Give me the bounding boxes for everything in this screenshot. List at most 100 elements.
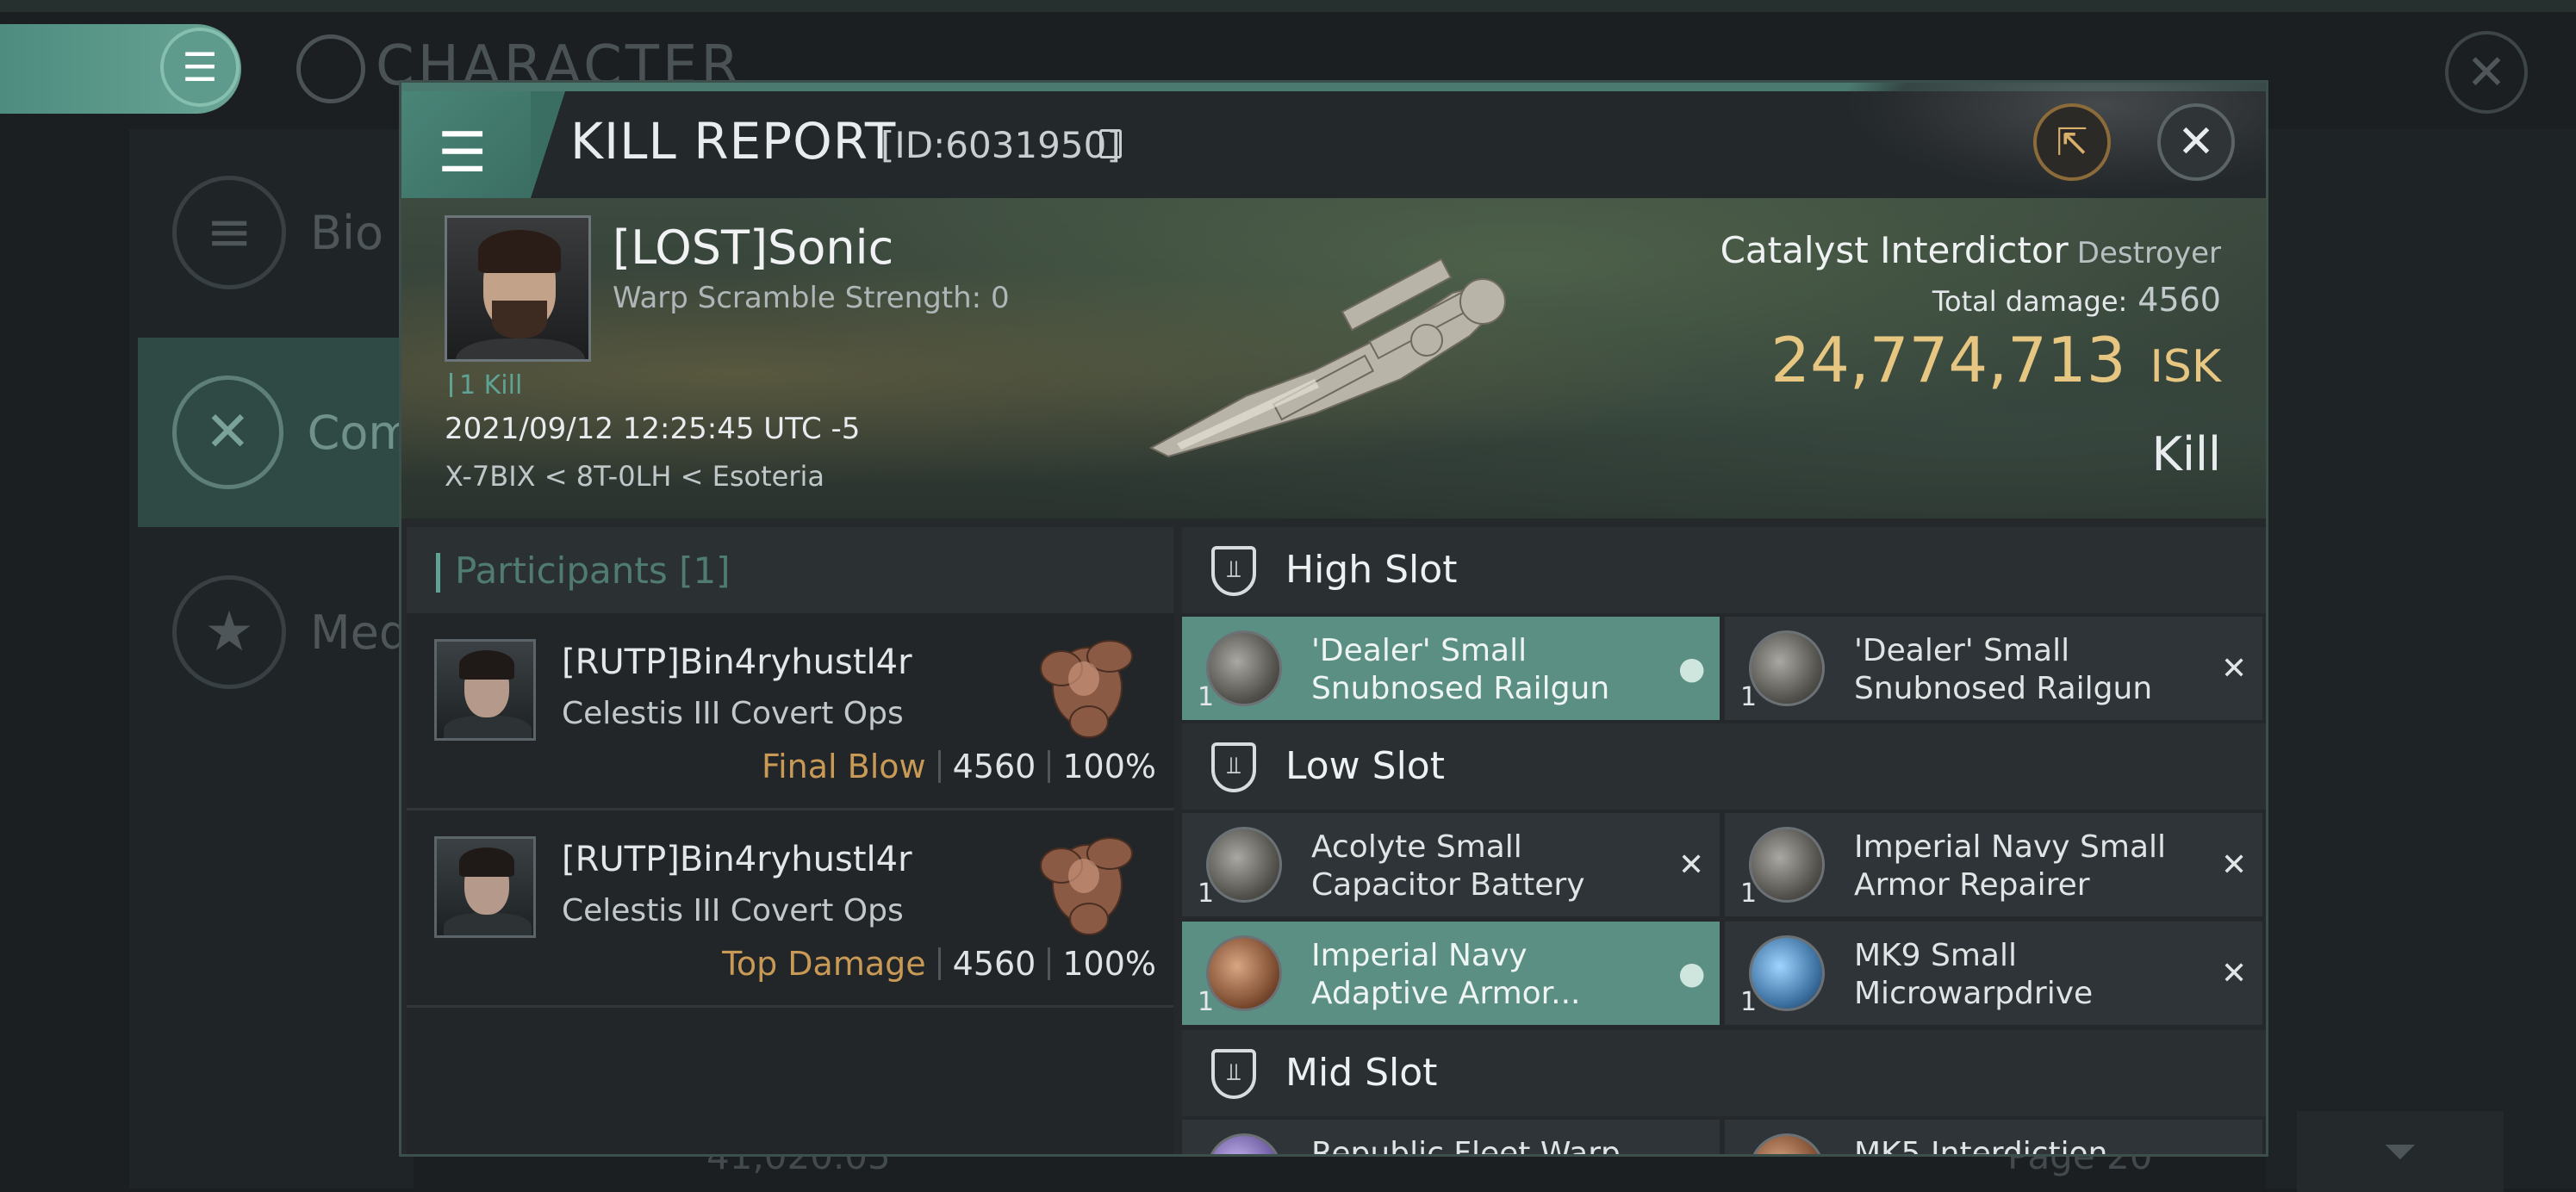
top-damage-tag: Top Damage [722, 945, 926, 983]
nav-item-bio[interactable]: ≡ Bio [138, 138, 414, 327]
slot-item-destroyed[interactable]: 1 MK5 Interdiction ✕ [1725, 1120, 2262, 1157]
destroyed-icon: ✕ [2221, 847, 2248, 883]
slot-item-dropped[interactable]: 1 'Dealer' Small Snubnosed Railgun ● [1182, 617, 1720, 720]
participant-ship: Celestis III Covert Ops [562, 696, 904, 731]
participant-stats: Top Damage 4560 100% [722, 945, 1156, 983]
slot-item-destroyed[interactable]: 1 Acolyte Small Capacitor Battery ✕ [1182, 813, 1720, 916]
menu-icon: ☰ [438, 121, 488, 185]
slot-shield-icon: ⫫ [1211, 546, 1256, 596]
isk-value: 24,774,713 ISK [1770, 324, 2221, 396]
close-icon: ✕ [2177, 116, 2215, 168]
participant-damage: 4560 [952, 945, 1036, 983]
total-damage: Total damage: 4560 [1932, 281, 2221, 319]
participants-title: Participants [455, 549, 668, 592]
participant-avatar[interactable] [434, 836, 536, 938]
item-quantity: 1 [1198, 682, 1215, 712]
kill-datetime: 2021/09/12 12:25:45 UTC -5 [445, 412, 861, 446]
participant-ship: Celestis III Covert Ops [562, 893, 904, 928]
nav-label: Bio [310, 205, 384, 260]
menu-icon: ☰ [182, 44, 218, 90]
armor-repairer-icon [1749, 827, 1825, 903]
nav-label: Med [310, 605, 409, 660]
kill-location[interactable]: X-7BIX < 8T-0LH < Esoteria [445, 460, 824, 493]
final-blow-tag: Final Blow [762, 748, 926, 785]
ship-name-text: Catalyst Interdictor [1720, 229, 2069, 271]
copy-icon[interactable] [1099, 129, 1122, 158]
dialog-close-button[interactable]: ✕ [2157, 103, 2235, 181]
nav-label: Com [307, 405, 414, 460]
victim-portrait[interactable] [445, 215, 591, 362]
character-icon [296, 34, 365, 103]
warp-scramble-strength: Warp Scramble Strength: 0 [613, 281, 1010, 315]
victim-ship-name: Catalyst Interdictor Destroyer [1720, 229, 2221, 271]
participant-name: [RUTP]Bin4ryhustl4r [562, 643, 912, 682]
participant-name: [RUTP]Bin4ryhustl4r [562, 840, 912, 879]
list-icon: ≡ [172, 176, 286, 289]
dialog-menu-button[interactable]: ☰ [401, 91, 531, 198]
participants-panel: Participants [1] [RUTP]Bin4ryhustl4r Cel… [407, 527, 1173, 1154]
item-name: Republic Fleet Warp [1311, 1136, 1621, 1157]
warp-disruptor-icon [1206, 1133, 1282, 1154]
victim-name[interactable]: [LOST]Sonic [613, 220, 893, 275]
railgun-icon [1749, 630, 1825, 706]
participants-count: [1] [679, 549, 731, 592]
item-name: 'Dealer' Small Snubnosed Railgun [1854, 633, 2153, 706]
item-quantity: 1 [1198, 878, 1215, 909]
nav-item-combat[interactable]: ✕ Com [138, 338, 414, 527]
kill-id: [ID:6031950] [880, 124, 1121, 166]
star-icon: ★ [172, 575, 286, 689]
item-name: MK5 Interdiction [1854, 1136, 2108, 1157]
total-damage-label: Total damage: [1932, 285, 2128, 318]
slot-item-destroyed[interactable]: 1 Imperial Navy Small Armor Repairer ✕ [1725, 813, 2262, 916]
participant-percent: 100% [1062, 748, 1156, 785]
item-name: 'Dealer' Small Snubnosed Railgun [1311, 633, 1610, 706]
filter-button[interactable]: ⏷ [2297, 1111, 2504, 1192]
destroyed-icon: ✕ [1678, 847, 1705, 883]
window-close-button[interactable]: ✕ [2445, 31, 2528, 114]
total-damage-value: 4560 [2137, 281, 2221, 319]
kill-report-dialog: ☰ KILL REPORT [ID:6031950] ⇱ ✕ [LOST]Son… [399, 80, 2268, 1157]
destroyed-icon: ✕ [2221, 1154, 2247, 1157]
item-quantity: 1 [1740, 682, 1758, 712]
participant-row[interactable]: [RUTP]Bin4ryhustl4r Celestis III Covert … [407, 613, 1173, 810]
crossed-swords-icon: ✕ [172, 376, 283, 489]
participant-ship-image [1040, 837, 1133, 935]
participants-header: Participants [1] [407, 527, 1173, 613]
close-icon: ✕ [2466, 44, 2507, 101]
railgun-icon [1206, 630, 1282, 706]
participant-ship-image [1040, 640, 1133, 738]
low-slot-label: Low Slot [1285, 744, 1445, 788]
top-bar [0, 0, 2576, 12]
background-panel [2266, 129, 2576, 1189]
kill-banner: [LOST]Sonic Warp Scramble Strength: 0 1 … [401, 198, 2266, 518]
adaptive-armor-icon [1206, 935, 1282, 1011]
capacitor-battery-icon [1206, 827, 1282, 903]
victim-ship-image[interactable] [1142, 250, 1521, 465]
high-slot-header: ⫫ High Slot [1182, 527, 2266, 613]
mid-slot-header: ⫫ Mid Slot [1182, 1030, 2266, 1116]
low-slot-header: ⫫ Low Slot [1182, 723, 2266, 810]
kill-count: 1 Kill [450, 370, 522, 400]
dialog-title: KILL REPORT [570, 112, 897, 171]
slot-item-destroyed[interactable]: 1 'Dealer' Small Snubnosed Railgun ✕ [1725, 617, 2262, 720]
item-quantity: 1 [1740, 878, 1758, 909]
kill-result: Kill [2151, 427, 2221, 481]
destroyed-icon: ✕ [1678, 1154, 1704, 1157]
participant-damage: 4560 [952, 748, 1036, 785]
share-icon: ⇱ [2056, 120, 2088, 165]
participant-avatar[interactable] [434, 639, 536, 741]
nav-item-medals[interactable]: ★ Med [138, 537, 414, 727]
slot-shield-icon: ⫫ [1211, 742, 1256, 792]
participants-label: Participants [1] [455, 549, 731, 592]
mid-slot-label: Mid Slot [1285, 1051, 1438, 1095]
slot-item-destroyed[interactable]: 1 Republic Fleet Warp ✕ [1182, 1120, 1720, 1157]
dialog-menu-tab-edge [531, 91, 565, 198]
ship-class-text: Destroyer [2076, 236, 2221, 270]
main-menu-button[interactable]: ☰ [160, 28, 240, 107]
share-button[interactable]: ⇱ [2033, 103, 2111, 181]
participant-row[interactable]: [RUTP]Bin4ryhustl4r Celestis III Covert … [407, 810, 1173, 1008]
interdiction-icon [1749, 1133, 1825, 1154]
slot-item-destroyed[interactable]: 1 MK9 Small Microwarpdrive ✕ [1725, 922, 2262, 1025]
slot-item-dropped[interactable]: 1 Imperial Navy Adaptive Armor... ● [1182, 922, 1720, 1025]
filter-icon: ⏷ [2383, 1127, 2417, 1176]
